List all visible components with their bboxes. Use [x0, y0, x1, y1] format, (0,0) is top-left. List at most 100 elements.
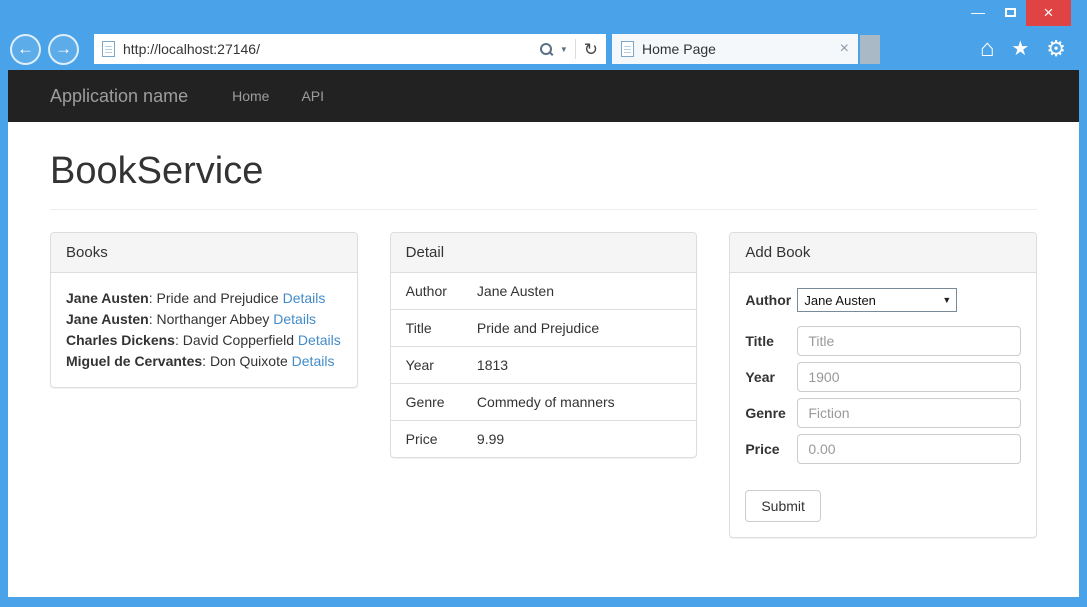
- book-details-link[interactable]: Details: [298, 332, 341, 348]
- page-content: BookService Books Jane Austen: Pride and…: [8, 150, 1079, 538]
- book-title: Don Quixote: [210, 353, 288, 369]
- year-field-label: Year: [745, 369, 797, 385]
- book-list-item: Jane Austen: Pride and Prejudice Details: [66, 288, 342, 309]
- author-select-wrap: Jane Austen ▼: [797, 288, 957, 312]
- genre-field-label: Genre: [745, 405, 797, 421]
- book-author: Jane Austen: [66, 290, 149, 306]
- url-text[interactable]: http://localhost:27146/: [123, 41, 539, 57]
- price-field-row: Price: [745, 434, 1021, 464]
- browser-toolbar: ← → http://localhost:27146/ ▼ ↻ Home Pag…: [0, 34, 1087, 64]
- add-book-panel-title: Add Book: [730, 233, 1036, 273]
- detail-panel-title: Detail: [391, 233, 697, 273]
- search-icon[interactable]: [539, 42, 554, 57]
- page-icon: [102, 41, 115, 57]
- detail-value: 1813: [462, 347, 696, 384]
- price-field-label: Price: [745, 441, 797, 457]
- book-details-link[interactable]: Details: [273, 311, 316, 327]
- book-separator: :: [149, 290, 153, 306]
- book-author: Charles Dickens: [66, 332, 175, 348]
- detail-row: Title Pride and Prejudice: [391, 310, 697, 347]
- title-bar: — ×: [0, 0, 1087, 32]
- detail-row: Author Jane Austen: [391, 273, 697, 310]
- genre-field-row: Genre: [745, 398, 1021, 428]
- title-divider: [50, 209, 1037, 210]
- price-input[interactable]: [797, 434, 1021, 464]
- new-tab-button[interactable]: [860, 35, 880, 64]
- detail-label: Genre: [391, 384, 462, 421]
- maximize-button[interactable]: [994, 0, 1026, 24]
- book-separator: :: [175, 332, 179, 348]
- address-bar-divider: [575, 39, 576, 59]
- detail-row: Price 9.99: [391, 421, 697, 458]
- book-list-item: Jane Austen: Northanger Abbey Details: [66, 309, 342, 330]
- detail-label: Author: [391, 273, 462, 310]
- author-field-label: Author: [745, 292, 797, 308]
- books-list: Jane Austen: Pride and Prejudice Details…: [51, 273, 357, 387]
- page-viewport: Application name Home API BookService Bo…: [8, 70, 1079, 597]
- navbar-links: Home API: [232, 88, 324, 104]
- close-icon: ×: [1044, 3, 1054, 23]
- favorites-star-icon[interactable]: ★: [1011, 39, 1029, 59]
- detail-table: Author Jane Austen Title Pride and Preju…: [391, 273, 697, 457]
- nav-home-link[interactable]: Home: [232, 88, 269, 104]
- book-author: Jane Austen: [66, 311, 149, 327]
- detail-label: Price: [391, 421, 462, 458]
- forward-icon: →: [55, 39, 72, 59]
- navbar-brand[interactable]: Application name: [50, 86, 188, 107]
- title-input[interactable]: [797, 326, 1021, 356]
- detail-label: Title: [391, 310, 462, 347]
- search-dropdown-caret-icon[interactable]: ▼: [560, 45, 568, 54]
- back-icon: ←: [17, 39, 34, 59]
- detail-label: Year: [391, 347, 462, 384]
- address-bar[interactable]: http://localhost:27146/ ▼ ↻: [94, 34, 606, 64]
- book-title: Northanger Abbey: [157, 311, 270, 327]
- nav-api-link[interactable]: API: [301, 88, 324, 104]
- page-title: BookService: [50, 150, 1037, 193]
- browser-actions: ⌂ ★ ⚙: [980, 37, 1087, 61]
- book-list-item: Charles Dickens: David Copperfield Detai…: [66, 330, 342, 351]
- add-book-form: Author Jane Austen ▼ Title: [730, 273, 1036, 537]
- author-select[interactable]: Jane Austen: [797, 288, 957, 312]
- book-details-link[interactable]: Details: [292, 353, 335, 369]
- back-button[interactable]: ←: [10, 34, 41, 65]
- books-panel-title: Books: [51, 233, 357, 273]
- year-input[interactable]: [797, 362, 1021, 392]
- book-title: Pride and Prejudice: [157, 290, 279, 306]
- submit-button[interactable]: Submit: [745, 490, 821, 522]
- year-field-row: Year: [745, 362, 1021, 392]
- add-book-panel: Add Book Author Jane Austen ▼: [729, 232, 1037, 538]
- detail-row: Genre Commedy of manners: [391, 384, 697, 421]
- minimize-icon: —: [971, 4, 985, 20]
- minimize-button[interactable]: —: [962, 0, 994, 24]
- browser-window: — × ← → http://localhost:27146/ ▼ ↻: [0, 0, 1087, 607]
- detail-value: Commedy of manners: [462, 384, 696, 421]
- window-controls: — ×: [962, 0, 1071, 26]
- book-title: David Copperfield: [183, 332, 294, 348]
- close-button[interactable]: ×: [1026, 0, 1071, 26]
- author-field-row: Author Jane Austen ▼: [745, 288, 1021, 312]
- book-details-link[interactable]: Details: [283, 290, 326, 306]
- maximize-icon: [1005, 8, 1016, 17]
- tab-close-icon[interactable]: ×: [840, 41, 849, 57]
- book-author: Miguel de Cervantes: [66, 353, 202, 369]
- refresh-icon[interactable]: ↻: [584, 41, 598, 58]
- tab-page-icon: [621, 41, 634, 57]
- detail-value: Pride and Prejudice: [462, 310, 696, 347]
- panels-row: Books Jane Austen: Pride and Prejudice D…: [50, 232, 1037, 538]
- detail-panel: Detail Author Jane Austen Title Pride an…: [390, 232, 698, 458]
- title-field-row: Title: [745, 326, 1021, 356]
- title-field-label: Title: [745, 333, 797, 349]
- detail-value: Jane Austen: [462, 273, 696, 310]
- detail-value: 9.99: [462, 421, 696, 458]
- home-icon[interactable]: ⌂: [980, 37, 995, 61]
- books-panel: Books Jane Austen: Pride and Prejudice D…: [50, 232, 358, 388]
- book-list-item: Miguel de Cervantes: Don Quixote Details: [66, 351, 342, 372]
- tab-title: Home Page: [642, 41, 840, 57]
- book-separator: :: [149, 311, 153, 327]
- settings-gear-icon[interactable]: ⚙: [1046, 38, 1066, 60]
- app-navbar: Application name Home API: [8, 70, 1079, 122]
- detail-row: Year 1813: [391, 347, 697, 384]
- browser-tab[interactable]: Home Page ×: [612, 34, 858, 64]
- genre-input[interactable]: [797, 398, 1021, 428]
- forward-button[interactable]: →: [48, 34, 79, 65]
